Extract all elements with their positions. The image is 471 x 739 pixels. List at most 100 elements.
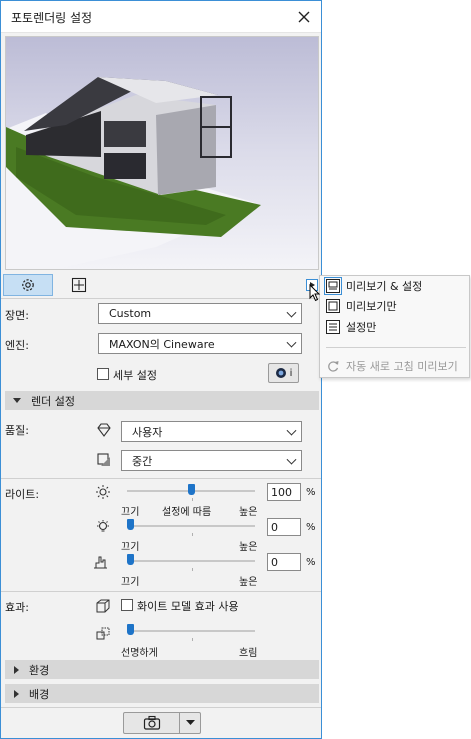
lamp-light-slider[interactable]	[127, 519, 255, 531]
diamond-icon	[97, 423, 111, 437]
gear-icon	[22, 279, 34, 291]
lights-label: 라이트:	[5, 488, 40, 501]
background-title: 배경	[29, 687, 50, 701]
sharp-label: 선명하게	[121, 648, 158, 659]
hand-light-value-input[interactable]: 0	[267, 553, 301, 571]
percent-unit: %	[306, 522, 316, 533]
divider	[1, 478, 321, 479]
menu-item-auto-refresh[interactable]: 자동 새로 고침 미리보기	[323, 356, 468, 375]
sun-light-value: 100	[271, 485, 292, 499]
camera-icon	[143, 715, 160, 730]
menu-item-preview-and-settings[interactable]: 미리보기 & 설정	[323, 276, 468, 295]
info-label: i	[289, 367, 293, 379]
render-button[interactable]	[124, 713, 180, 733]
expand-triangle-icon	[14, 665, 19, 674]
lamp-light-value: 0	[271, 520, 278, 534]
slider-min-label: 끄기	[121, 542, 140, 553]
percent-unit: %	[306, 487, 316, 498]
background-section-header[interactable]: 배경	[5, 684, 319, 703]
scene-label: 장면:	[5, 309, 29, 322]
render-preview-image	[5, 36, 319, 270]
quality-preset-dropdown[interactable]: 사용자	[121, 421, 302, 442]
engine-label: 엔진:	[5, 339, 29, 352]
environment-title: 환경	[29, 663, 50, 677]
slider-tick	[192, 533, 193, 536]
mouse-cursor-icon	[309, 284, 321, 302]
detail-settings-checkbox[interactable]	[97, 368, 109, 380]
divider	[1, 707, 321, 708]
preview-only-icon	[326, 298, 340, 313]
detail-settings-label: 세부 설정	[113, 369, 157, 382]
close-icon	[298, 11, 310, 23]
chevron-down-icon	[286, 337, 297, 348]
divider	[1, 591, 321, 592]
tab-preview-size[interactable]	[67, 274, 91, 296]
title-bar: 포토렌더링 설정	[1, 1, 321, 33]
sharpness-slider[interactable]	[127, 624, 255, 636]
hand-light-slider[interactable]	[127, 554, 255, 566]
caret-down-icon	[185, 720, 195, 725]
slider-max-label: 높은	[239, 577, 258, 588]
percent-unit: %	[306, 557, 316, 568]
slider-thumb[interactable]	[127, 624, 134, 635]
chevron-down-icon	[286, 425, 297, 436]
white-model-label: 화이트 모델 효과 사용	[137, 600, 239, 613]
environment-section-header[interactable]: 환경	[5, 660, 319, 679]
render-settings-section-header[interactable]: 렌더 설정	[5, 391, 319, 410]
sun-light-value-input[interactable]: 100	[267, 483, 301, 501]
slider-tick	[192, 498, 193, 501]
white-model-checkbox[interactable]	[121, 599, 133, 611]
lamp-light-icon	[97, 520, 109, 532]
menu-item-preview-only[interactable]: 미리보기만	[323, 296, 468, 315]
tab-settings[interactable]	[3, 274, 53, 296]
slider-max-label: 높은	[239, 542, 258, 553]
slider-min-label: 끄기	[121, 577, 140, 588]
quality-level-dropdown[interactable]: 중간	[121, 450, 302, 471]
menu-item-label: 미리보기만	[346, 299, 397, 313]
render-settings-title: 렌더 설정	[31, 394, 75, 408]
menu-item-label: 미리보기 & 설정	[346, 279, 423, 293]
menu-item-settings-only[interactable]: 설정만	[323, 317, 468, 336]
menu-divider	[326, 347, 466, 348]
menu-item-label: 자동 새로 고침 미리보기	[346, 359, 458, 373]
cube-icon	[96, 599, 110, 613]
refresh-icon	[328, 360, 339, 372]
effects-label: 효과:	[5, 601, 29, 614]
lamp-light-value-input[interactable]: 0	[267, 518, 301, 536]
preview-options-popup: 미리보기 & 설정 미리보기만 설정만 자동 새로 고침 미리보기	[319, 275, 470, 378]
quality-label: 품질:	[5, 424, 29, 437]
blur-effect-icon	[96, 627, 110, 640]
scene-value: Custom	[109, 307, 152, 320]
collapse-triangle-icon	[13, 398, 21, 403]
render-options-dropdown[interactable]	[180, 713, 200, 733]
chevron-down-icon	[286, 307, 297, 318]
blur-label: 흐림	[239, 648, 258, 659]
slider-thumb[interactable]	[127, 519, 134, 530]
render-split-button	[123, 712, 201, 734]
sun-icon	[96, 485, 110, 499]
engine-dropdown[interactable]: MAXON의 Cineware	[98, 333, 302, 354]
window-title: 포토렌더링 설정	[11, 11, 93, 25]
render-engine-info-button[interactable]: i	[268, 363, 299, 383]
photorendering-settings-panel: 포토렌더링 설정 장면: Custom 엔진: MAXON의 Cineware …	[0, 0, 322, 739]
menu-item-label: 설정만	[346, 320, 377, 334]
hand-light-value: 0	[271, 555, 278, 569]
quality-level-value: 중간	[132, 454, 153, 468]
slider-thumb[interactable]	[188, 484, 195, 495]
slider-mid-label: 설정에 따름	[162, 507, 212, 518]
quality-preset-value: 사용자	[132, 425, 163, 439]
hand-light-icon	[94, 556, 107, 569]
engine-value: MAXON의 Cineware	[109, 337, 215, 351]
slider-thumb[interactable]	[127, 554, 134, 565]
chevron-down-icon	[286, 454, 297, 465]
close-button[interactable]	[287, 1, 321, 33]
cineware-logo-icon	[275, 368, 286, 378]
sun-light-slider[interactable]	[127, 484, 255, 496]
preview-settings-icon	[324, 276, 342, 295]
render-quality-icon	[97, 453, 110, 466]
scene-dropdown[interactable]: Custom	[98, 303, 302, 324]
settings-only-icon	[326, 319, 340, 334]
slider-tick	[192, 638, 193, 641]
divider	[1, 298, 321, 299]
slider-max-label: 높은	[239, 507, 258, 518]
